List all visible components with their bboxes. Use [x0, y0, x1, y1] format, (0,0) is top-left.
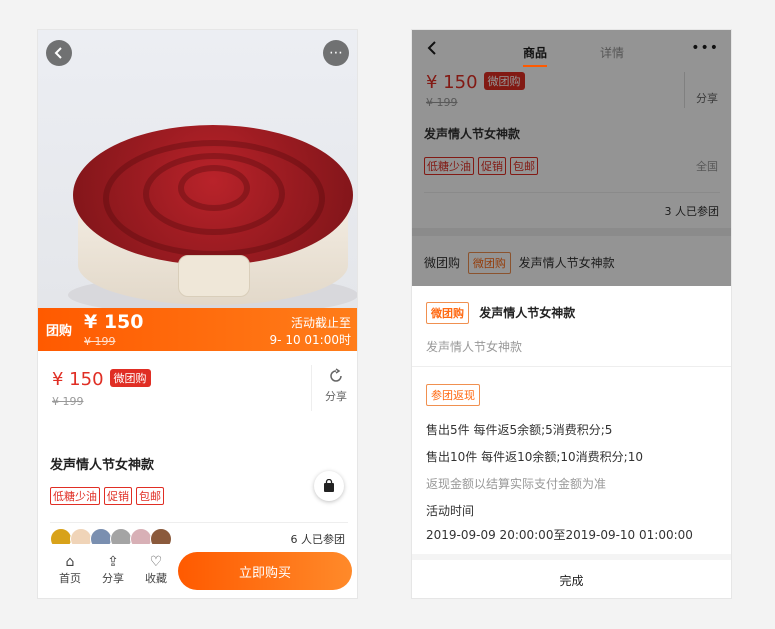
deadline-label: 活动截止至 [290, 316, 351, 330]
rebate-rule-2: 售出10件 每件返10余额;10消费积分;10 [426, 450, 643, 464]
heart-icon: ♡ [149, 554, 163, 570]
micro-group-badge: 微团购 [109, 369, 151, 387]
rebate-badge: 参团返现 [426, 384, 480, 406]
back-icon [427, 41, 436, 55]
more-button[interactable]: ⋯ [323, 40, 349, 66]
top-nav: 商品 详情 ••• [412, 30, 731, 70]
group-buy-sheet: 微团购 发声情人节女神款 发声情人节女神款 参团返现 售出5件 每件返5余额;5… [412, 286, 731, 598]
rose-ring [178, 165, 250, 211]
group-buy-tag: 团购 [46, 324, 73, 339]
tag: 包邮 [136, 487, 164, 505]
deadline-time: 9- 10 01:00时 [269, 333, 351, 347]
tag: 低糖少油 [50, 487, 100, 505]
product-image [38, 30, 357, 315]
home-button[interactable]: ⌂ 首页 [52, 554, 88, 586]
micro-group-badge: 微团购 [426, 302, 469, 324]
favorite-button[interactable]: ♡ 收藏 [138, 554, 174, 586]
time-label: 活动时间 [426, 504, 475, 518]
share-icon: ⇪ [107, 554, 119, 570]
share-label: 分享 [102, 572, 124, 585]
tab-goods[interactable]: 商品 [523, 44, 548, 67]
group-buy-banner: 团购 ¥ 150 ¥ 199 活动截止至 9- 10 01:00时 [38, 308, 357, 351]
back-button[interactable] [426, 40, 438, 61]
share-button[interactable]: 分享 [321, 367, 351, 404]
favorite-label: 收藏 [145, 572, 167, 585]
share-label: 分享 [325, 390, 347, 403]
share-icon [330, 368, 342, 382]
rebate-section: 参团返现 [426, 384, 480, 406]
sheet-subtitle: 发声情人节女神款 [426, 340, 523, 354]
tag: 促销 [104, 487, 132, 505]
cart-button[interactable] [314, 471, 344, 501]
tag-list: 低糖少油 促销 包邮 [50, 487, 168, 505]
original-price: ¥ 199 [52, 395, 84, 408]
sheet-title: 发声情人节女神款 [479, 306, 576, 320]
rebate-rule-1: 售出5件 每件返5余额;5消费积分;5 [426, 423, 613, 437]
bottom-bar: ⌂ 首页 ⇪ 分享 ♡ 收藏 立即购买 [38, 544, 357, 598]
rebate-note: 返现金额以结算实际支付金额为准 [426, 477, 607, 491]
cake-top [73, 125, 353, 265]
original-price: ¥ 199 [84, 335, 116, 348]
tab-detail[interactable]: 详情 [600, 44, 624, 61]
more-icon: ⋯ [329, 45, 343, 61]
group-price: ¥ 150 [84, 311, 144, 333]
ribbon-bow [178, 255, 250, 297]
price-row: ¥ 150 微团购 [52, 369, 151, 390]
home-label: 首页 [59, 572, 81, 585]
back-icon [54, 47, 62, 59]
buy-now-button[interactable]: 立即购买 [178, 552, 352, 590]
product-title: 发声情人节女神款 [50, 458, 155, 473]
back-button[interactable] [46, 40, 72, 66]
share-tab-button[interactable]: ⇪ 分享 [95, 554, 131, 586]
home-icon: ⌂ [65, 554, 75, 570]
group-buy-sheet-page: ¥ 150 微团购 ¥ 199 分享 发声情人节女神款 低糖少油 促销 包邮 全国 3… [411, 29, 732, 599]
divider [412, 366, 731, 367]
more-icon[interactable]: ••• [691, 40, 719, 56]
product-page: ⋯ 团购 ¥ 150 ¥ 199 活动截止至 9- 10 01:00时 ¥ 15… [37, 29, 358, 599]
done-button[interactable]: 完成 [412, 554, 731, 598]
divider [311, 365, 312, 411]
divider [50, 522, 348, 523]
bag-icon [324, 479, 334, 492]
sheet-header: 微团购 发声情人节女神款 [426, 302, 575, 324]
price: ¥ 150 [52, 369, 104, 390]
time-range: 2019-09-09 20:00:00至2019-09-10 01:00:00 [426, 528, 693, 542]
